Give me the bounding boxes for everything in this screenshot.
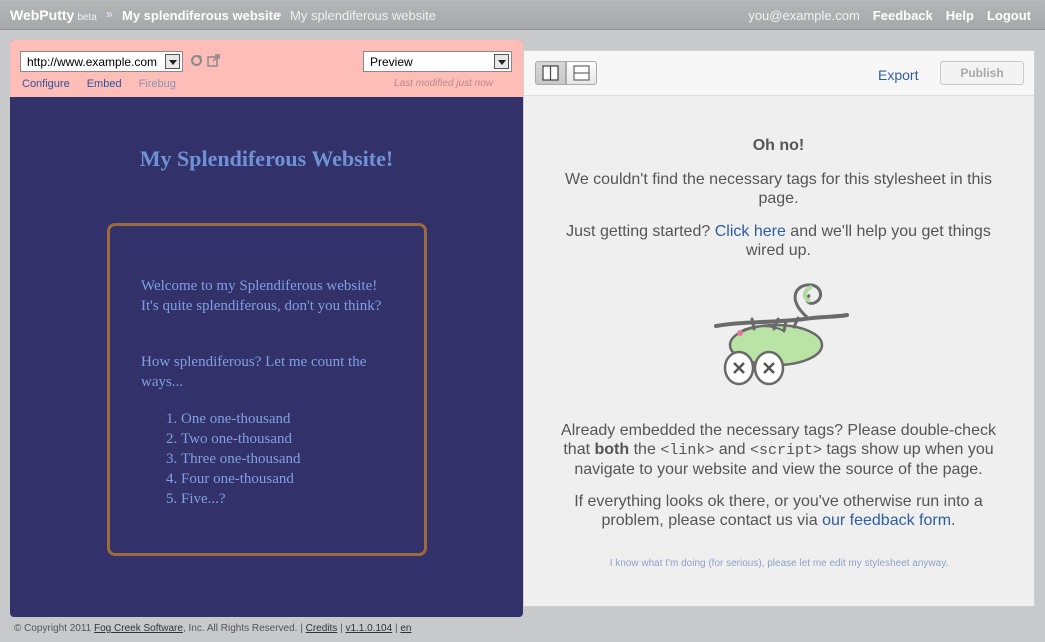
- chevron-down-icon[interactable]: [494, 54, 509, 69]
- click-here-link[interactable]: Click here: [715, 223, 786, 240]
- editor-tabs: Configure Embed Firebug: [22, 78, 176, 90]
- link-tag-code: <link>: [660, 442, 715, 459]
- stylesheet-toolbar: Export Publish: [524, 51, 1034, 96]
- fog-creek-link[interactable]: Fog Creek Software: [94, 623, 183, 634]
- editor-toolbar: http://www.example.com Preview Configure…: [10, 40, 523, 97]
- split-vertical-button[interactable]: [535, 61, 566, 85]
- edit-anyway-link[interactable]: I know what I'm doing (for serious), ple…: [524, 558, 1034, 569]
- split-vertical-icon: [542, 65, 559, 81]
- brand-logo[interactable]: WebPutty beta: [10, 7, 97, 23]
- url-select-value: http://www.example.com: [27, 55, 158, 69]
- feedback-link[interactable]: Feedback: [873, 8, 933, 23]
- credits-link[interactable]: Credits: [306, 623, 338, 634]
- breadcrumb-stylesheet: My splendiferous website: [290, 8, 436, 23]
- version-link[interactable]: v1.1.0.104: [345, 623, 392, 634]
- tab-embed[interactable]: Embed: [87, 78, 122, 90]
- export-link[interactable]: Export: [878, 67, 918, 83]
- site-list: One one-thousand Two one-thousand Three …: [181, 409, 301, 509]
- dead-chameleon-illustration: [714, 283, 849, 386]
- url-select[interactable]: http://www.example.com: [20, 51, 183, 72]
- split-horizontal-icon: [573, 65, 590, 81]
- breadcrumb-site[interactable]: My splendiferous website: [122, 8, 280, 23]
- site-paragraph: How splendiferous? Let me count the ways…: [141, 354, 367, 390]
- mode-select[interactable]: Preview: [363, 51, 512, 72]
- footer: © Copyright 2011 Fog Creek Software, Inc…: [14, 623, 411, 634]
- help-link[interactable]: Help: [946, 8, 974, 23]
- list-item: Two one-thousand: [181, 429, 301, 449]
- breadcrumb-separator: »: [275, 7, 282, 21]
- error-message: We couldn't find the necessary tags for …: [565, 171, 992, 207]
- chevron-down-icon[interactable]: [165, 54, 180, 69]
- tab-configure[interactable]: Configure: [22, 78, 70, 90]
- language-link[interactable]: en: [400, 623, 411, 634]
- beta-badge: beta: [77, 12, 97, 23]
- mode-select-value: Preview: [370, 55, 413, 69]
- list-item: Three one-thousand: [181, 449, 301, 469]
- footer-copyright: © Copyright 2011: [14, 623, 92, 634]
- preview-panel: http://www.example.com Preview Configure…: [10, 40, 523, 617]
- breadcrumb-separator: »: [106, 7, 113, 21]
- embedded-check-message: Already embedded the necessary tags? Ple…: [552, 421, 1005, 479]
- contact-message: If everything looks ok there, or you've …: [552, 492, 1005, 530]
- brand-name: WebPutty: [10, 7, 75, 23]
- logout-link[interactable]: Logout: [987, 8, 1031, 23]
- site-paragraph: Welcome to my Splendiferous website! It'…: [141, 278, 382, 314]
- refresh-icon[interactable]: [190, 54, 203, 70]
- getting-started-message: Just getting started? Click here and we'…: [552, 222, 1005, 260]
- footer-separator: |: [394, 623, 398, 634]
- list-item: Five...?: [181, 489, 301, 509]
- error-heading: Oh no!: [752, 137, 805, 154]
- publish-button[interactable]: Publish: [940, 61, 1024, 85]
- user-nav: you@example.com Feedback Help Logout: [748, 8, 1031, 23]
- footer-separator: |: [340, 623, 343, 634]
- list-item: One one-thousand: [181, 409, 301, 429]
- split-horizontal-button[interactable]: [566, 61, 597, 85]
- message-text: .: [951, 512, 956, 529]
- message-text: and: [718, 441, 746, 458]
- message-text: Just getting started?: [566, 223, 711, 240]
- external-link-icon[interactable]: [207, 54, 220, 70]
- site-title: My Splendiferous Website!: [139, 146, 394, 171]
- feedback-form-link[interactable]: our feedback form: [822, 512, 951, 529]
- stylesheet-panel: Export Publish Oh no! We couldn't find t…: [523, 50, 1035, 607]
- user-email: you@example.com: [748, 8, 860, 23]
- list-item: Four one-thousand: [181, 469, 301, 489]
- top-bar: WebPutty beta » My splendiferous website …: [0, 0, 1045, 30]
- footer-rights: , Inc. All Rights Reserved. |: [182, 623, 303, 634]
- message-text: the: [633, 441, 656, 458]
- tab-firebug[interactable]: Firebug: [139, 78, 176, 90]
- last-modified: Last modified just now: [394, 78, 493, 89]
- script-tag-code: <script>: [749, 442, 822, 459]
- site-content-box: Welcome to my Splendiferous website! It'…: [107, 223, 427, 556]
- message-text: both: [594, 441, 630, 458]
